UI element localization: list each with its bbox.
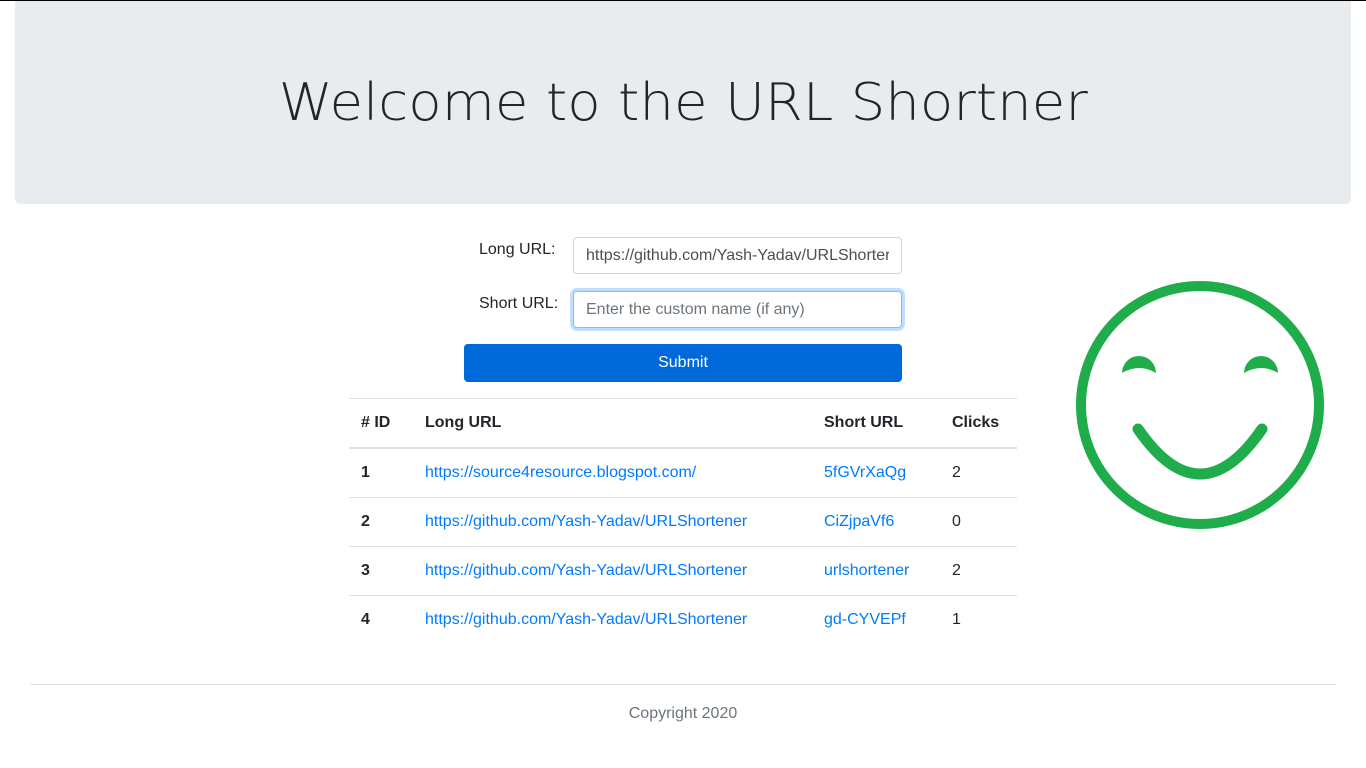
- long-url-label: Long URL:: [479, 241, 556, 258]
- long-url-link[interactable]: https://github.com/Yash-Yadav/URLShorten…: [425, 513, 747, 530]
- table-row: 1 https://source4resource.blogspot.com/ …: [349, 447, 1017, 498]
- column-header-id: # ID: [349, 398, 413, 449]
- long-url-cell: https://github.com/Yash-Yadav/URLShorten…: [413, 497, 812, 547]
- long-url-link[interactable]: https://github.com/Yash-Yadav/URLShorten…: [425, 562, 747, 579]
- long-url-link[interactable]: https://source4resource.blogspot.com/: [425, 464, 696, 481]
- footer-divider: [30, 684, 1336, 685]
- column-header-long-url: Long URL: [413, 398, 812, 449]
- page-title: Welcome to the URL Shortner: [278, 72, 1088, 133]
- clicks-count: 0: [940, 497, 1017, 547]
- long-url-cell: https://github.com/Yash-Yadav/URLShorten…: [413, 595, 812, 644]
- short-url-cell: CiZjpaVf6: [812, 497, 940, 547]
- header-banner: Welcome to the URL Shortner: [15, 1, 1351, 204]
- smiley-face-icon: [1076, 281, 1324, 529]
- long-url-cell: https://source4resource.blogspot.com/: [413, 447, 812, 498]
- column-header-clicks: Clicks: [940, 398, 1017, 449]
- table-row: 4 https://github.com/Yash-Yadav/URLShort…: [349, 595, 1017, 644]
- row-id: 2: [349, 497, 413, 547]
- row-id: 3: [349, 546, 413, 596]
- table-row: 3 https://github.com/Yash-Yadav/URLShort…: [349, 546, 1017, 596]
- long-url-link[interactable]: https://github.com/Yash-Yadav/URLShorten…: [425, 611, 747, 628]
- short-url-link[interactable]: urlshortener: [824, 562, 909, 579]
- column-header-short-url: Short URL: [812, 398, 940, 449]
- short-url-link[interactable]: CiZjpaVf6: [824, 513, 894, 530]
- smiley-left-eye: [1122, 356, 1156, 373]
- clicks-count: 2: [940, 546, 1017, 596]
- submit-button[interactable]: Submit: [464, 344, 902, 382]
- short-url-input[interactable]: [573, 291, 902, 328]
- long-url-cell: https://github.com/Yash-Yadav/URLShorten…: [413, 546, 812, 596]
- short-url-cell: gd-CYVEPf: [812, 595, 940, 644]
- short-url-link[interactable]: gd-CYVEPf: [824, 611, 906, 628]
- smiley-right-eye: [1244, 356, 1278, 373]
- short-url-label: Short URL:: [479, 295, 559, 312]
- table-header-row: # ID Long URL Short URL Clicks: [349, 398, 1017, 449]
- row-id: 1: [349, 447, 413, 498]
- long-url-input[interactable]: [573, 237, 902, 274]
- short-url-cell: urlshortener: [812, 546, 940, 596]
- short-url-link[interactable]: 5fGVrXaQg: [824, 464, 906, 481]
- footer-copyright: Copyright 2020: [628, 705, 738, 722]
- row-id: 4: [349, 595, 413, 644]
- smiley-mouth: [1132, 423, 1268, 480]
- short-url-cell: 5fGVrXaQg: [812, 447, 940, 498]
- clicks-count: 2: [940, 447, 1017, 498]
- clicks-count: 1: [940, 595, 1017, 644]
- urls-table: # ID Long URL Short URL Clicks 1 https:/…: [349, 398, 1017, 644]
- smiley-outline: [1076, 281, 1324, 529]
- table-row: 2 https://github.com/Yash-Yadav/URLShort…: [349, 497, 1017, 547]
